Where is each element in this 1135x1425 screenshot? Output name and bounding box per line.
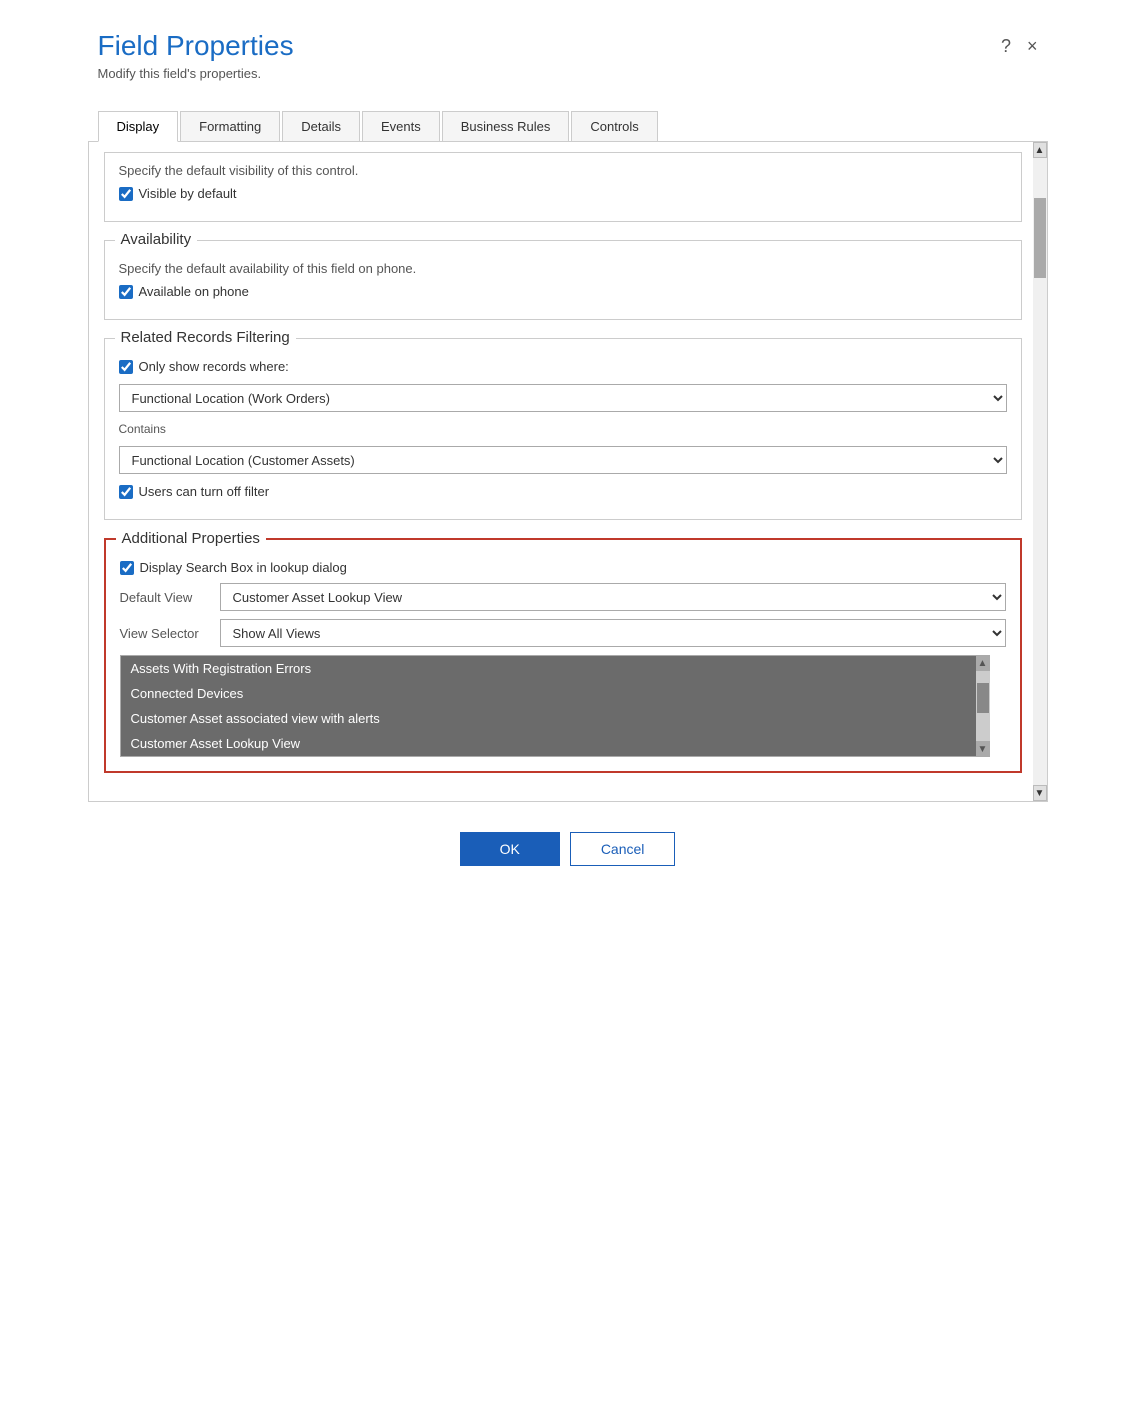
ok-button[interactable]: OK	[460, 832, 560, 866]
outer-scroll-track	[1033, 158, 1047, 785]
close-button[interactable]: ×	[1027, 36, 1038, 57]
related-records-content: Only show records where: Functional Loca…	[119, 359, 1007, 499]
visible-by-default-row: Visible by default	[119, 186, 1007, 201]
default-view-label: Default View	[120, 590, 210, 605]
outer-scrollbar[interactable]: ▲ ▼	[1033, 142, 1047, 801]
filter-dropdown2-row: Functional Location (Customer Assets)	[119, 446, 1007, 474]
contains-label: Contains	[119, 422, 1007, 436]
available-on-phone-checkbox[interactable]	[119, 285, 133, 299]
field-properties-dialog: Field Properties Modify this field's pro…	[78, 0, 1058, 886]
listbox-item-3[interactable]: Customer Asset associated view with aler…	[121, 706, 989, 731]
display-search-box-label: Display Search Box in lookup dialog	[140, 560, 347, 575]
availability-description: Specify the default availability of this…	[119, 261, 1007, 276]
listbox-wrapper: Assets With Registration Errors Connecte…	[120, 655, 990, 757]
tab-content: Specify the default visibility of this c…	[88, 142, 1048, 802]
default-view-select[interactable]: Customer Asset Lookup View	[220, 583, 1006, 611]
outer-scroll-up-button[interactable]: ▲	[1033, 142, 1047, 158]
visible-by-default-label: Visible by default	[139, 186, 237, 201]
tab-display[interactable]: Display	[98, 111, 179, 142]
listbox-item-4[interactable]: Customer Asset Lookup View	[121, 731, 989, 756]
display-search-box-row: Display Search Box in lookup dialog	[120, 560, 1006, 575]
outer-scroll-down-button[interactable]: ▼	[1033, 785, 1047, 801]
outer-scroll-thumb[interactable]	[1034, 198, 1046, 278]
tab-content-wrapper: Specify the default visibility of this c…	[78, 142, 1058, 802]
availability-title: Availability	[115, 231, 198, 248]
help-button[interactable]: ?	[1001, 36, 1011, 57]
additional-properties-title: Additional Properties	[116, 530, 266, 547]
view-selector-select-wrapper: Show All Views	[220, 619, 1006, 647]
tab-formatting[interactable]: Formatting	[180, 111, 280, 141]
footer: OK Cancel	[78, 812, 1058, 886]
additional-properties-content: Display Search Box in lookup dialog Defa…	[120, 560, 1006, 757]
view-selector-select[interactable]: Show All Views	[220, 619, 1006, 647]
only-show-records-label: Only show records where:	[139, 359, 289, 374]
listbox-scroll-thumb[interactable]	[977, 683, 989, 713]
dialog-controls: ? ×	[1001, 36, 1038, 57]
available-on-phone-label: Available on phone	[139, 284, 249, 299]
available-on-phone-row: Available on phone	[119, 284, 1007, 299]
users-turn-off-filter-row: Users can turn off filter	[119, 484, 1007, 499]
default-view-select-wrapper: Customer Asset Lookup View	[220, 583, 1006, 611]
tab-events[interactable]: Events	[362, 111, 440, 141]
view-selector-label: View Selector	[120, 626, 210, 641]
listbox-item-1[interactable]: Assets With Registration Errors	[121, 656, 989, 681]
availability-content: Specify the default availability of this…	[119, 261, 1007, 299]
display-search-box-checkbox[interactable]	[120, 561, 134, 575]
visibility-description: Specify the default visibility of this c…	[119, 163, 1007, 178]
users-turn-off-filter-checkbox[interactable]	[119, 485, 133, 499]
listbox-scrollbar[interactable]: ▲ ▼	[976, 655, 990, 757]
filter-dropdown1-row: Functional Location (Work Orders)	[119, 384, 1007, 412]
dialog-title-area: Field Properties Modify this field's pro…	[98, 30, 294, 81]
listbox-scroll-track	[976, 671, 990, 741]
tab-business-rules[interactable]: Business Rules	[442, 111, 570, 141]
tab-bar: Display Formatting Details Events Busine…	[88, 111, 1048, 142]
listbox-item-2[interactable]: Connected Devices	[121, 681, 989, 706]
tab-details[interactable]: Details	[282, 111, 360, 141]
cancel-button[interactable]: Cancel	[570, 832, 676, 866]
filter-dropdown1[interactable]: Functional Location (Work Orders)	[119, 384, 1007, 412]
tab-controls[interactable]: Controls	[571, 111, 657, 141]
default-view-row: Default View Customer Asset Lookup View	[120, 583, 1006, 611]
visible-by-default-checkbox[interactable]	[119, 187, 133, 201]
dialog-header: Field Properties Modify this field's pro…	[78, 20, 1058, 81]
dialog-subtitle: Modify this field's properties.	[98, 66, 294, 81]
dialog-title: Field Properties	[98, 30, 294, 62]
visibility-section: Specify the default visibility of this c…	[104, 152, 1022, 222]
scroll-area[interactable]: Specify the default visibility of this c…	[89, 142, 1047, 801]
additional-properties-section: Additional Properties Display Search Box…	[104, 538, 1022, 773]
related-records-title: Related Records Filtering	[115, 329, 296, 346]
users-turn-off-filter-label: Users can turn off filter	[139, 484, 270, 499]
view-selector-row: View Selector Show All Views	[120, 619, 1006, 647]
listbox-scroll-up-button[interactable]: ▲	[976, 655, 990, 671]
views-listbox[interactable]: Assets With Registration Errors Connecte…	[120, 655, 990, 757]
filter-dropdown2[interactable]: Functional Location (Customer Assets)	[119, 446, 1007, 474]
listbox-scroll-down-button[interactable]: ▼	[976, 741, 990, 757]
only-show-records-row: Only show records where:	[119, 359, 1007, 374]
related-records-section: Related Records Filtering Only show reco…	[104, 338, 1022, 520]
only-show-records-checkbox[interactable]	[119, 360, 133, 374]
availability-section: Availability Specify the default availab…	[104, 240, 1022, 320]
